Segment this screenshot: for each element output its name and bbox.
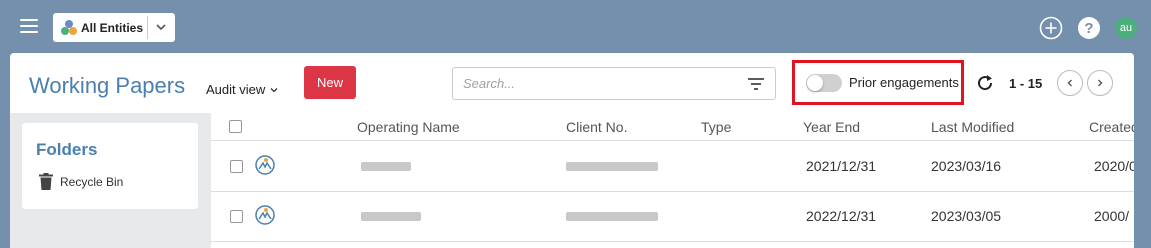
plus-circle-icon[interactable] [1039, 16, 1063, 40]
top-right-actions: ? au [1039, 16, 1137, 40]
column-header-type[interactable]: Type [701, 119, 731, 135]
row-checkbox[interactable] [230, 160, 243, 173]
table-header: Operating Name Client No. Type Year End … [211, 113, 1134, 141]
year-end-cell: 2021/12/31 [806, 158, 877, 174]
column-header-created[interactable]: Created [1089, 119, 1134, 135]
created-cell: 2020/0 [1094, 158, 1134, 174]
chevron-right-icon [1098, 79, 1103, 87]
folders-panel: Folders Recycle Bin [22, 123, 198, 209]
folders-title: Folders [36, 140, 98, 159]
prior-engagements-toggle[interactable]: Prior engagements [792, 60, 964, 105]
main-panel: Working Papers Audit view New Prior enga… [10, 53, 1134, 248]
engagement-icon [255, 205, 275, 225]
created-cell: 2000/ [1094, 208, 1130, 224]
prior-engagements-label: Prior engagements [849, 75, 959, 90]
column-header-operating-name[interactable]: Operating Name [357, 119, 460, 135]
content-area: Folders Recycle Bin Operating Name Clien… [10, 113, 1134, 248]
working-papers-table: Operating Name Client No. Type Year End … [211, 113, 1134, 248]
redacted-client-number [566, 212, 658, 221]
help-icon[interactable]: ? [1078, 17, 1100, 39]
entity-selector-label: All Entities [81, 20, 144, 35]
filter-icon[interactable] [747, 77, 765, 91]
toggle-knob [807, 74, 823, 91]
recycle-bin-label: Recycle Bin [60, 174, 124, 189]
avatar[interactable]: au [1115, 17, 1137, 39]
table-row[interactable]: 2021/12/31 2023/03/16 2020/0 [211, 142, 1134, 192]
row-checkbox[interactable] [230, 210, 243, 223]
last-modified-cell: 2023/03/16 [931, 158, 1002, 174]
year-end-cell: 2022/12/31 [806, 208, 877, 224]
entity-selector-divider [147, 16, 148, 39]
toggle-switch[interactable] [806, 73, 842, 92]
select-all-checkbox[interactable] [229, 120, 242, 133]
last-modified-cell: 2023/03/05 [931, 208, 1002, 224]
recycle-bin-item[interactable]: Recycle Bin [39, 173, 123, 190]
table-row[interactable]: 2022/12/31 2023/03/05 2000/ [211, 192, 1134, 242]
new-button[interactable]: New [304, 66, 356, 99]
column-header-client-no[interactable]: Client No. [566, 119, 627, 135]
top-bar: All Entities ? au [0, 0, 1151, 54]
search-box [452, 67, 776, 100]
previous-page-button[interactable] [1057, 70, 1083, 96]
pagination-range: 1 - 15 [1009, 76, 1043, 91]
entity-selector[interactable]: All Entities [53, 13, 175, 42]
redacted-operating-name [361, 162, 411, 171]
trash-icon [39, 173, 53, 190]
view-selector-label: Audit view [206, 82, 266, 97]
redacted-operating-name [361, 212, 421, 221]
refresh-icon[interactable] [975, 73, 995, 93]
view-selector[interactable]: Audit view [206, 82, 279, 97]
search-input[interactable] [463, 76, 733, 91]
menu-icon[interactable] [20, 19, 38, 33]
engagement-icon [255, 155, 275, 175]
chevron-down-icon[interactable] [154, 20, 168, 34]
redacted-client-number [566, 162, 658, 171]
chevron-left-icon [1067, 79, 1072, 87]
column-header-year-end[interactable]: Year End [803, 119, 860, 135]
column-header-last-modified[interactable]: Last Modified [931, 119, 1014, 135]
chevron-down-icon [270, 87, 278, 92]
next-page-button[interactable] [1087, 70, 1113, 96]
page-title: Working Papers [29, 73, 186, 98]
entities-icon [59, 18, 79, 38]
